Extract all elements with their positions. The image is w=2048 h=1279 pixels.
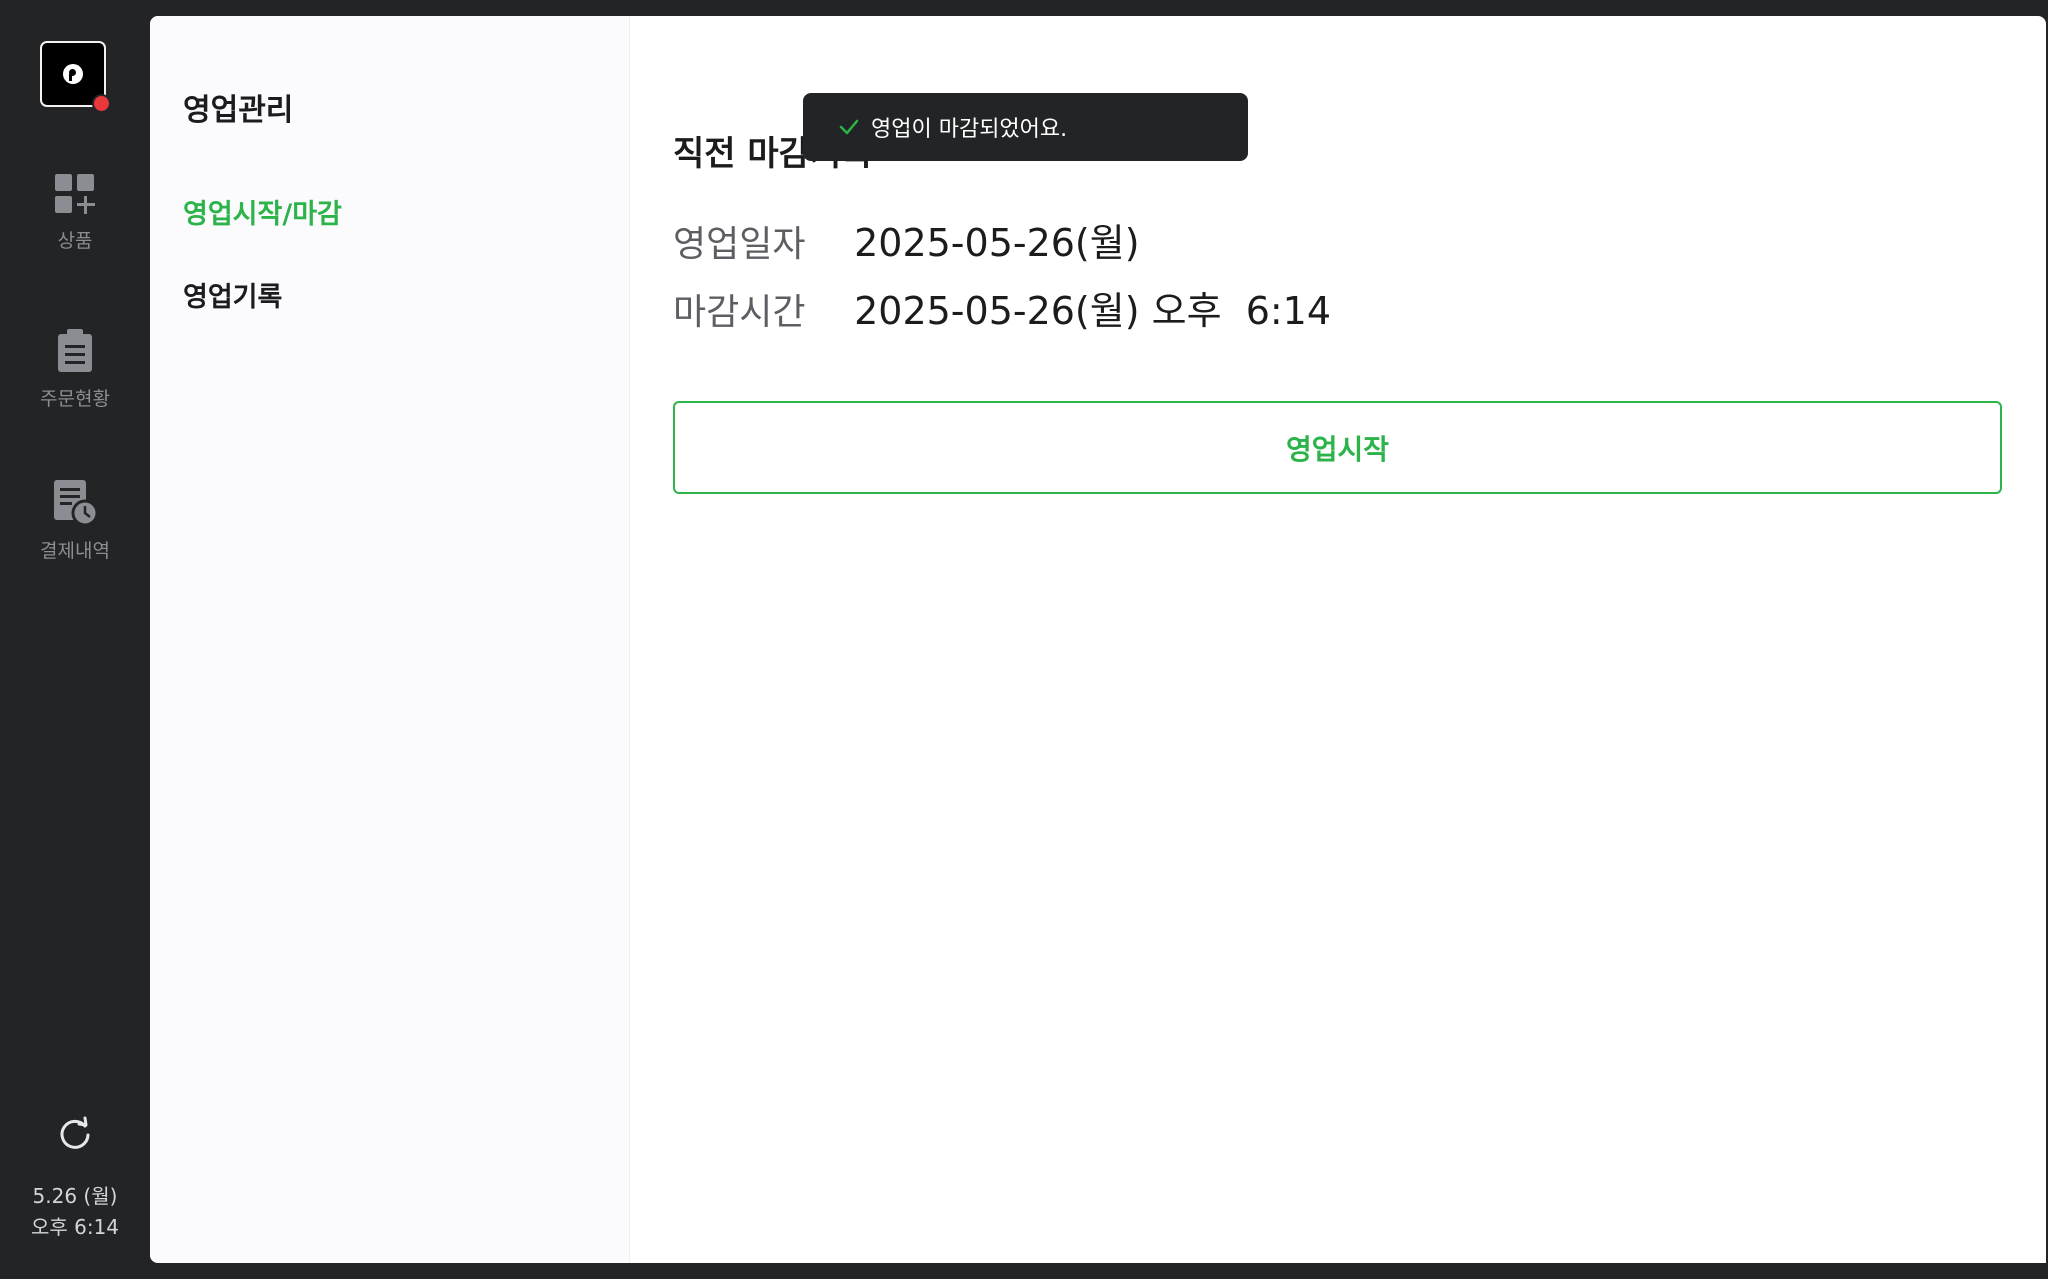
start-business-button[interactable]: 영업시작	[673, 401, 2002, 494]
receipt-clock-icon	[54, 480, 98, 526]
rail-item-label: 결제내역	[40, 540, 110, 562]
rail-item-products[interactable]: 상품	[0, 172, 150, 253]
toast-notification: 영업이 마감되었어요.	[803, 93, 1248, 161]
sub-nav: 영업관리 영업시작/마감 영업기록	[150, 16, 630, 1263]
rail-time: 오후 6:14	[30, 1215, 120, 1239]
rail-item-label: 주문현황	[40, 388, 110, 410]
app-rail: 상품 주문현황 결제내역 5.26 (월) 오후 6:14	[0, 0, 150, 1279]
info-row-close-time: 마감시간 2025-05-26(월) 오후 6:14	[673, 280, 1331, 333]
info-row-business-date: 영업일자 2025-05-26(월)	[673, 212, 1140, 265]
business-date-value: 2025-05-26(월)	[854, 221, 1140, 265]
notification-badge	[92, 94, 111, 113]
rail-date: 5.26 (월)	[32, 1184, 118, 1208]
sub-nav-item-business-open-close[interactable]: 영업시작/마감	[183, 192, 342, 231]
toast-message: 영업이 마감되었어요.	[871, 117, 1068, 142]
logo-mark-icon	[63, 64, 83, 84]
rail-item-label: 상품	[57, 230, 93, 252]
sub-nav-title: 영업관리	[183, 93, 294, 128]
clipboard-icon	[58, 329, 92, 372]
check-icon	[839, 119, 859, 135]
business-date-label: 영업일자	[673, 224, 806, 265]
rail-item-orders[interactable]: 주문현황	[0, 328, 150, 411]
refresh-icon[interactable]	[55, 1115, 95, 1155]
sub-nav-item-business-history[interactable]: 영업기록	[183, 275, 282, 314]
close-time-value: 2025-05-26(월) 오후 6:14	[854, 289, 1332, 333]
content-area: 직전 마감기록 영업일자 2025-05-26(월) 마감시간 2025-05-…	[630, 16, 2046, 1263]
close-time-label: 마감시간	[673, 292, 806, 333]
grid-plus-icon	[55, 174, 95, 214]
main-panel: 영업관리 영업시작/마감 영업기록 직전 마감기록 영업일자 2025-05-2…	[150, 16, 2046, 1263]
rail-item-payments[interactable]: 결제내역	[0, 478, 150, 563]
